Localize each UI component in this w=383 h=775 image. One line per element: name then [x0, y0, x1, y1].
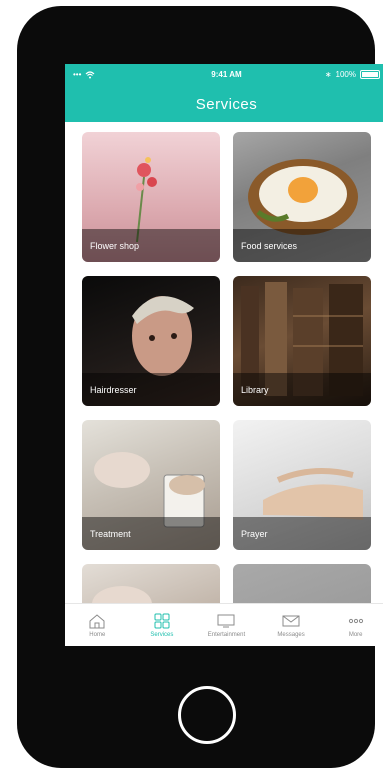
tab-messages[interactable]: Messages [259, 604, 324, 646]
service-tile-treatment[interactable]: Treatment [82, 420, 220, 550]
tile-label: Food services [233, 229, 371, 262]
service-tile-flower-shop[interactable]: Flower shop [82, 132, 220, 262]
status-bar: ••• 9:41 AM ∗ 100% [65, 64, 383, 86]
service-tile-prayer[interactable]: Prayer [233, 420, 371, 550]
services-grid: Flower shop Food services Hairdresser Li… [65, 122, 383, 603]
partial-image [92, 586, 152, 603]
page-title-bar: Services [65, 86, 383, 122]
house-icon [89, 614, 105, 629]
tv-icon [217, 614, 235, 628]
tab-label: More [348, 632, 363, 638]
ellipsis-icon [348, 618, 363, 624]
home-button[interactable] [178, 686, 236, 744]
phone-frame: ••• 9:41 AM ∗ 100% Services Flower shop … [17, 6, 383, 768]
tab-label: Entertainment [207, 632, 246, 638]
tab-label: Home [89, 632, 106, 638]
tab-label: Services [150, 632, 174, 638]
tile-label: Hairdresser [82, 373, 220, 406]
service-tile-hairdresser[interactable]: Hairdresser [82, 276, 220, 406]
service-tile-partial[interactable] [82, 564, 220, 603]
service-tile-library[interactable]: Library [233, 276, 371, 406]
bluetooth-icon: ∗ [324, 70, 332, 79]
battery-icon [360, 70, 380, 79]
app-screen: ••• 9:41 AM ∗ 100% Services Flower shop … [65, 64, 383, 646]
tab-label: Messages [277, 632, 305, 638]
tile-label: Flower shop [82, 229, 220, 262]
tab-bar: Home Services Entertainment Messages Mor… [65, 603, 383, 646]
tab-more[interactable]: More [323, 604, 383, 646]
tab-entertainment[interactable]: Entertainment [194, 604, 259, 646]
service-tile-partial[interactable] [233, 564, 371, 603]
tile-label: Prayer [233, 517, 371, 550]
envelope-icon [282, 615, 300, 627]
tile-label: Treatment [82, 517, 220, 550]
tile-label: Library [233, 373, 371, 406]
tab-home[interactable]: Home [65, 604, 130, 646]
page-title: Services [195, 95, 258, 113]
service-tile-food-services[interactable]: Food services [233, 132, 371, 262]
tab-services[interactable]: Services [130, 604, 195, 646]
battery-indicator: ∗ 100% [325, 70, 380, 79]
grid-icon [154, 613, 170, 629]
battery-percent: 100% [335, 70, 356, 79]
